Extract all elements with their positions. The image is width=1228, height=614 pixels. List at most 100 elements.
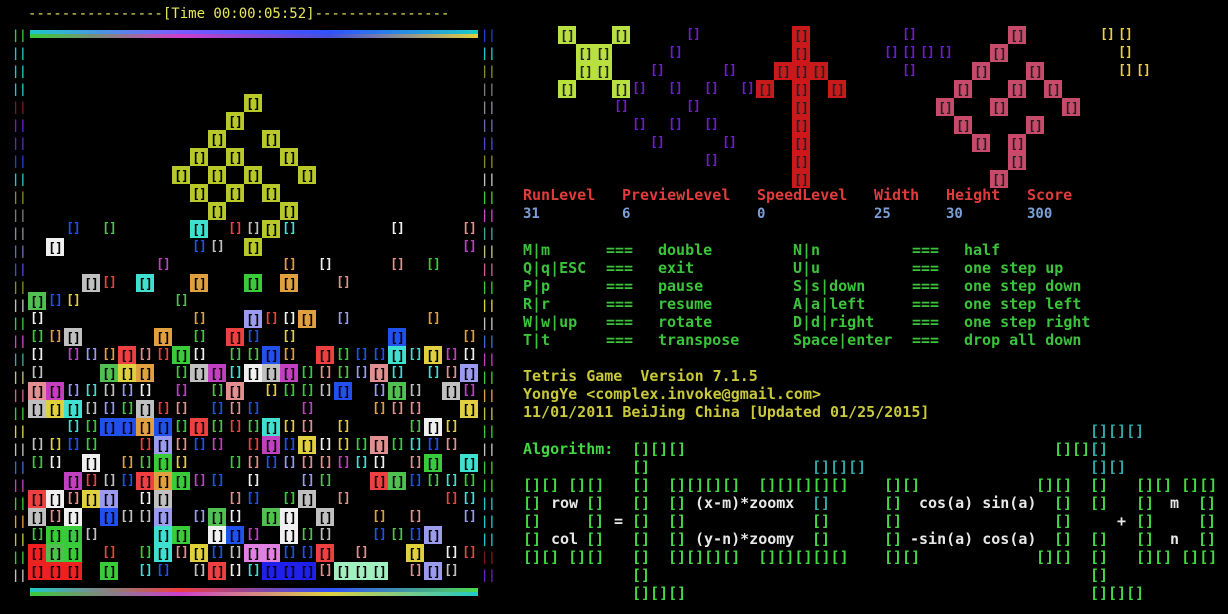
game-timer: ----------------[Time 00:00:05:52]------… <box>28 6 450 22</box>
board-cell: [] <box>138 563 153 578</box>
board-cell: [] <box>336 311 351 326</box>
board-cell: [] <box>316 508 334 526</box>
board-cell: [] <box>174 437 189 452</box>
board-cell: [] <box>444 491 459 506</box>
algo-bracket: [][] [][] <box>1136 548 1218 566</box>
algo-bracket: [] <box>523 494 542 512</box>
board-cell: [] <box>390 257 405 272</box>
board-cell: [] <box>192 347 207 362</box>
board-right-border: || || || || || || || || || || || || || || || || || || || ||… <box>481 26 495 584</box>
key-help-row: M|m <box>523 241 550 259</box>
key-action: pause <box>658 277 704 295</box>
preview-cell: [] <box>686 27 701 42</box>
board-cell: [] <box>444 473 459 488</box>
board-cell: [] <box>102 473 117 488</box>
board-cell: [] <box>64 544 82 562</box>
border-segment: || <box>481 568 496 582</box>
border-segment: || <box>481 550 496 564</box>
border-segment: || <box>481 154 496 168</box>
board-cell: [] <box>226 328 244 346</box>
algo-bracket: [][][] <box>812 458 867 476</box>
algo-bracket: [] <box>1054 494 1073 512</box>
preview-cell: [] <box>614 99 629 114</box>
board-cell: [] <box>282 419 297 434</box>
key-separator: === <box>606 277 634 295</box>
board-cell: [] <box>262 418 280 436</box>
board-cell: [] <box>64 508 82 526</box>
stat-value: 31 <box>523 206 540 222</box>
border-segment: || <box>12 46 27 60</box>
board-cell: [] <box>460 364 478 382</box>
key-separator: === <box>606 259 634 277</box>
board-cell: [] <box>226 382 244 400</box>
board-cell: [] <box>28 400 46 418</box>
board-cell: [] <box>300 365 315 380</box>
board-cell: [] <box>120 473 135 488</box>
algo-bracket: [] <box>586 530 605 548</box>
board-cell: [] <box>138 347 153 362</box>
algo-rot-top: cos(a) sin(a) <box>919 494 1037 512</box>
stat-value: 300 <box>1027 206 1053 222</box>
board-cell: [] <box>298 490 316 508</box>
preview-cell: [] <box>650 135 665 150</box>
board-cell: [] <box>192 563 207 578</box>
border-segment: || <box>481 388 496 402</box>
preview-cell: [] <box>1062 98 1080 116</box>
board-cell: [] <box>282 545 297 560</box>
board-cell: [] <box>46 382 64 400</box>
preview-cell: [] <box>990 44 1008 62</box>
board-cell: [] <box>300 455 315 470</box>
board-cell: [] <box>172 346 190 364</box>
algo-var-m: m <box>1170 494 1180 512</box>
board-cell: [] <box>282 455 297 470</box>
stat-value: 0 <box>757 206 766 222</box>
key-action: one step left <box>964 295 1082 313</box>
preview-cell: [] <box>920 45 935 60</box>
board-cell: [] <box>210 383 225 398</box>
border-segment: || <box>481 334 496 348</box>
board-cell: [] <box>244 274 262 292</box>
board-cell: [] <box>192 509 207 524</box>
board-cell: [] <box>300 401 315 416</box>
board-cell: [] <box>262 130 280 148</box>
board-cell: [] <box>174 419 189 434</box>
board-cell: [] <box>318 455 333 470</box>
board-cell: [] <box>460 454 478 472</box>
board-cell: [] <box>154 328 172 346</box>
board-cell: [] <box>408 419 423 434</box>
board-cell: [] <box>190 148 208 166</box>
board-cell: [] <box>174 365 189 380</box>
algo-col-label: col <box>551 530 579 548</box>
algo-bracket: [][][] <box>632 440 687 458</box>
algo-bracket: [] <box>632 512 651 530</box>
board-cell: [] <box>390 221 405 236</box>
preview-cell: [] <box>668 45 683 60</box>
board-cell: [] <box>66 437 81 452</box>
board-cell: [] <box>154 526 172 544</box>
board-cell: [] <box>262 184 280 202</box>
board-cell: [] <box>462 545 477 560</box>
board-cell: [] <box>246 419 261 434</box>
preview-cell: [] <box>938 45 953 60</box>
board-cell: [] <box>408 437 423 452</box>
board-cell: [] <box>262 364 280 382</box>
board-cell: [] <box>120 401 135 416</box>
board-cell: [] <box>100 364 118 382</box>
key-name: A|a|left <box>793 295 866 313</box>
key-name: W|w|up <box>523 313 578 331</box>
preview-cell: [] <box>990 98 1008 116</box>
preview-cell: [] <box>668 117 683 132</box>
board-cell: [] <box>66 293 81 308</box>
board-cell: [] <box>192 311 207 326</box>
board-cell: [] <box>388 346 406 364</box>
key-action: double <box>658 241 713 259</box>
board-cell: [] <box>28 382 46 400</box>
board-cell: [] <box>208 526 226 544</box>
board-cell: [] <box>372 347 387 362</box>
preview-cell: [] <box>1044 80 1062 98</box>
algorithm-label: Algorithm: <box>523 440 614 458</box>
board-cell: [] <box>84 401 99 416</box>
algo-bracket: [] <box>1136 494 1155 512</box>
algo-bracket: [][] <box>884 476 921 494</box>
board-cell: [] <box>390 365 405 380</box>
